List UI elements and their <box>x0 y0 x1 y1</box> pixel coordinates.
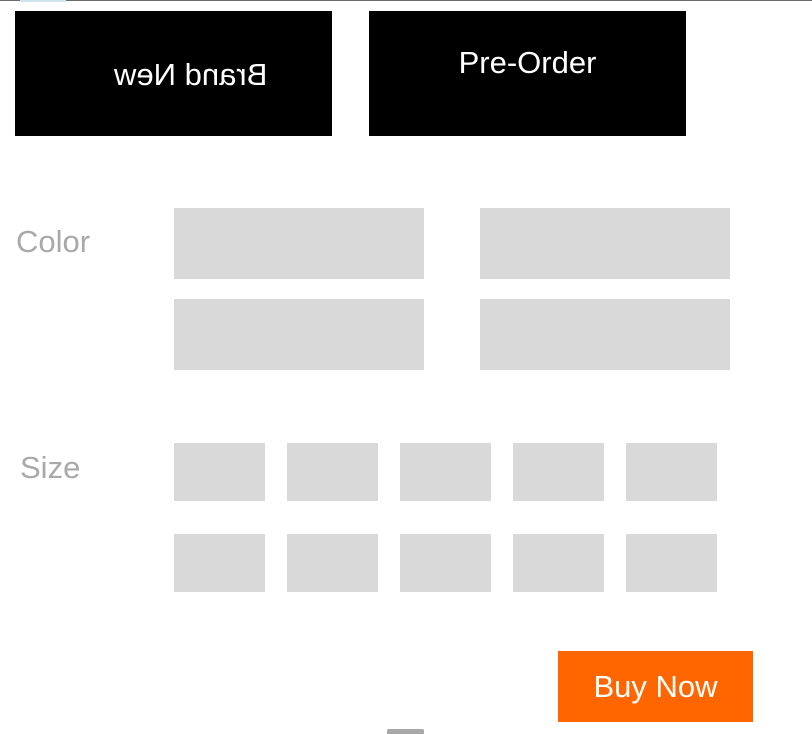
pre-order-button[interactable]: Pre-Order <box>369 11 686 136</box>
color-option-4[interactable] <box>480 299 730 370</box>
size-option-4[interactable] <box>513 443 604 501</box>
size-option-1[interactable] <box>174 443 265 501</box>
size-option-2[interactable] <box>287 443 378 501</box>
brand-new-label: Brand New <box>113 57 268 92</box>
size-option-3[interactable] <box>400 443 491 501</box>
color-option-2[interactable] <box>480 208 730 279</box>
size-option-7[interactable] <box>287 534 378 592</box>
size-label: Size <box>20 450 81 485</box>
brand-new-button[interactable]: Brand New <box>15 11 332 136</box>
size-option-10[interactable] <box>626 534 717 592</box>
color-option-3[interactable] <box>174 299 424 370</box>
pre-order-label: Pre-Order <box>458 45 597 80</box>
color-option-1[interactable] <box>174 208 424 279</box>
color-label: Color <box>16 224 91 259</box>
top-accent-strip <box>20 0 66 2</box>
size-option-6[interactable] <box>174 534 265 592</box>
top-divider <box>0 0 812 1</box>
size-option-8[interactable] <box>400 534 491 592</box>
bottom-scroll-handle[interactable] <box>387 729 424 734</box>
buy-now-button[interactable]: Buy Now <box>558 651 753 722</box>
size-option-9[interactable] <box>513 534 604 592</box>
size-option-5[interactable] <box>626 443 717 501</box>
